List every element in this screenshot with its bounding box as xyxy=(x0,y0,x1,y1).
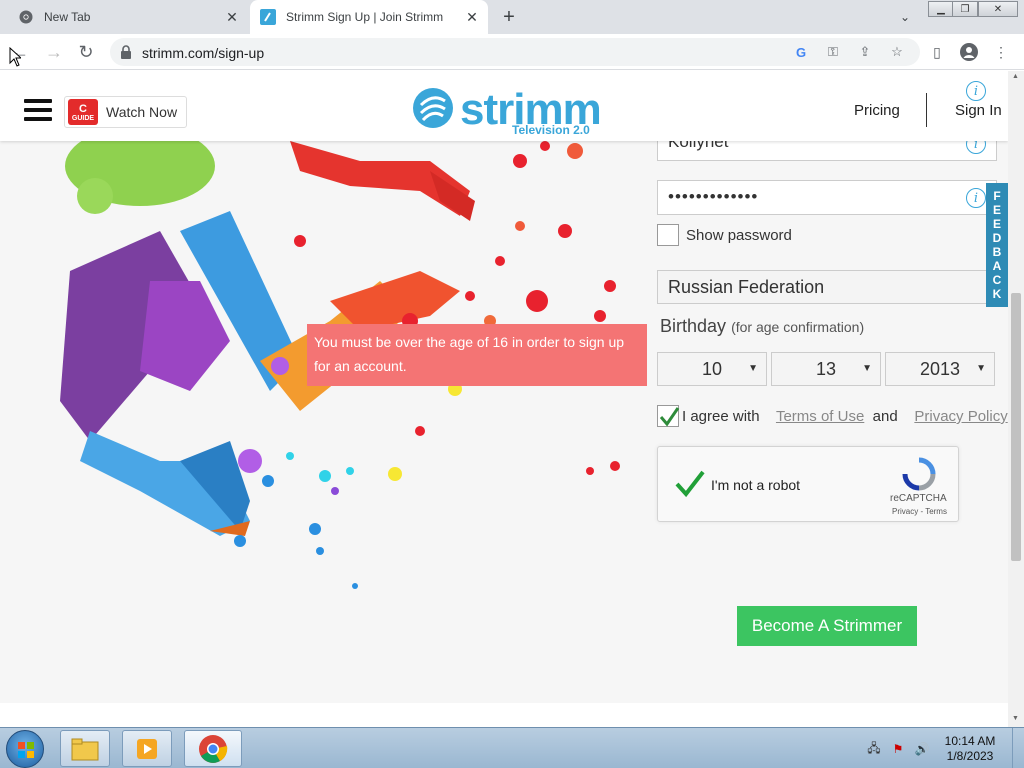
windows-logo-icon xyxy=(18,742,34,758)
chrome-icon xyxy=(18,9,34,25)
feedback-tab[interactable]: F E E D B A C K xyxy=(986,183,1008,307)
media-player-icon xyxy=(137,738,157,759)
checkmark-icon xyxy=(659,407,680,427)
strimm-logo-mark-icon xyxy=(413,88,453,128)
country-select[interactable]: Russian Federation xyxy=(657,270,997,304)
watch-now-label: Watch Now xyxy=(106,104,178,120)
taskbar-file-explorer[interactable] xyxy=(60,730,110,767)
birth-year-select[interactable]: 2013 ▼ xyxy=(885,352,995,386)
scrollbar-thumb[interactable] xyxy=(1011,293,1021,561)
privacy-policy-link[interactable]: Privacy Policy xyxy=(914,408,1007,425)
key-icon[interactable]: ⚿ xyxy=(824,43,842,61)
lock-icon xyxy=(121,45,131,59)
captcha-checkmark-icon xyxy=(675,470,705,498)
info-icon[interactable]: i xyxy=(966,81,986,101)
bookmark-star-icon[interactable]: ☆ xyxy=(888,43,906,61)
folder-icon xyxy=(71,738,99,760)
chrome-icon xyxy=(199,734,228,763)
browser-toolbar: ← → ↻ strimm.com/sign-up G ⚿ ⇪ ☆ ▯ ⋮ xyxy=(0,34,1024,70)
scroll-up-icon[interactable]: ▲ xyxy=(1012,73,1020,81)
sign-in-link[interactable]: Sign In xyxy=(955,102,1002,119)
password-field[interactable]: ••••••••••••• i xyxy=(657,180,997,215)
profile-avatar-icon[interactable] xyxy=(958,41,980,63)
window-close-button[interactable]: ✕ xyxy=(978,1,1018,17)
agree-text: I agree with Terms of Use and Privacy Po… xyxy=(682,408,1008,425)
birthday-hint: (for age confirmation) xyxy=(731,319,865,335)
show-password-checkbox[interactable] xyxy=(657,224,679,246)
watch-now-button[interactable]: C GUIDE Watch Now xyxy=(64,96,187,128)
cguide-icon: C GUIDE xyxy=(68,99,98,125)
tab-new-tab[interactable]: New Tab ✕ xyxy=(8,0,248,34)
password-info-icon[interactable]: i xyxy=(966,188,986,208)
google-icon[interactable]: G xyxy=(792,43,810,61)
windows-taskbar: 🖧 ⚑ 🔊 10:14 AM 1/8/2023 xyxy=(0,727,1024,768)
page-viewport: C GUIDE Watch Now strimm Television 2.0 … xyxy=(0,71,1008,703)
side-panel-icon[interactable]: ▯ xyxy=(926,41,948,63)
close-tab-icon[interactable]: ✕ xyxy=(462,7,482,27)
reload-icon[interactable]: ↻ xyxy=(74,40,98,64)
password-value: ••••••••••••• xyxy=(668,187,759,206)
become-a-strimmer-button[interactable]: Become A Strimmer xyxy=(737,606,917,646)
country-value: Russian Federation xyxy=(668,277,825,297)
scroll-down-icon[interactable]: ▼ xyxy=(1012,715,1020,723)
tab-strimm-signup[interactable]: Strimm Sign Up | Join Strimm ✕ xyxy=(250,0,488,34)
close-tab-icon[interactable]: ✕ xyxy=(222,7,242,27)
pricing-link[interactable]: Pricing xyxy=(854,102,900,119)
strimm-logo[interactable]: strimm Television 2.0 xyxy=(412,85,602,139)
birth-day-select[interactable]: 13 ▼ xyxy=(771,352,881,386)
show-desktop-button[interactable] xyxy=(1012,728,1024,768)
birthday-label: Birthday xyxy=(660,316,727,336)
menu-kebab-icon[interactable]: ⋮ xyxy=(990,41,1012,63)
mouse-cursor-icon xyxy=(9,47,21,67)
logo-tagline: Television 2.0 xyxy=(512,123,590,137)
age-error-message: You must be over the age of 16 in order … xyxy=(307,324,647,386)
minimize-button[interactable]: ▁ xyxy=(928,1,954,17)
url-text: strimm.com/sign-up xyxy=(142,45,265,61)
share-icon[interactable]: ⇪ xyxy=(856,43,874,61)
header-divider xyxy=(926,93,927,127)
address-bar[interactable]: strimm.com/sign-up G ⚿ ⇪ ☆ xyxy=(110,38,920,66)
strimm-favicon-icon xyxy=(260,9,276,25)
recaptcha-widget[interactable]: I'm not a robot reCAPTCHA Privacy - Term… xyxy=(657,446,959,522)
taskbar-chrome[interactable] xyxy=(184,730,242,767)
birth-day-value: 13 xyxy=(815,358,837,379)
clock-date: 1/8/2023 xyxy=(946,749,994,763)
captcha-label: I'm not a robot xyxy=(711,477,801,493)
page-scrollbar[interactable]: ▲ ▼ xyxy=(1008,71,1024,727)
birth-year-value: 2013 xyxy=(919,358,961,379)
chevron-down-icon: ▼ xyxy=(862,363,872,374)
start-button[interactable] xyxy=(6,730,44,768)
recaptcha-brand: reCAPTCHA xyxy=(890,493,947,504)
birth-month-value: 10 xyxy=(701,358,723,379)
terms-of-use-link[interactable]: Terms of Use xyxy=(776,408,864,425)
recaptcha-links[interactable]: Privacy - Terms xyxy=(892,507,947,516)
birth-month-select[interactable]: 10 ▼ xyxy=(657,352,767,386)
volume-icon[interactable]: 🔊 xyxy=(914,741,930,757)
chevron-down-icon: ▼ xyxy=(748,363,758,374)
browser-tab-strip: New Tab ✕ Strimm Sign Up | Join Strimm ✕… xyxy=(0,0,1024,34)
taskbar-media-player[interactable] xyxy=(122,730,172,767)
forward-arrow-icon[interactable]: → xyxy=(42,40,66,64)
restore-button[interactable]: ❐ xyxy=(952,1,978,17)
agree-checkbox[interactable] xyxy=(657,405,680,427)
site-header: C GUIDE Watch Now strimm Television 2.0 … xyxy=(0,71,1008,141)
recaptcha-logo-icon xyxy=(902,457,936,491)
tab-title: New Tab xyxy=(44,10,91,24)
network-icon[interactable]: 🖧 xyxy=(866,741,882,757)
new-tab-button[interactable]: + xyxy=(498,6,520,28)
tab-title: Strimm Sign Up | Join Strimm xyxy=(286,10,444,24)
show-password-label: Show password xyxy=(686,227,792,244)
birthday-heading: Birthday (for age confirmation) xyxy=(660,316,864,337)
clock-time: 10:14 AM xyxy=(944,734,996,748)
tab-search-chevron-icon[interactable]: ⌄ xyxy=(896,8,914,26)
taskbar-clock[interactable]: 10:14 AM 1/8/2023 xyxy=(940,734,1000,764)
flag-icon[interactable]: ⚑ xyxy=(890,741,906,757)
hamburger-menu-icon[interactable] xyxy=(24,99,52,121)
chevron-down-icon: ▼ xyxy=(976,363,986,374)
